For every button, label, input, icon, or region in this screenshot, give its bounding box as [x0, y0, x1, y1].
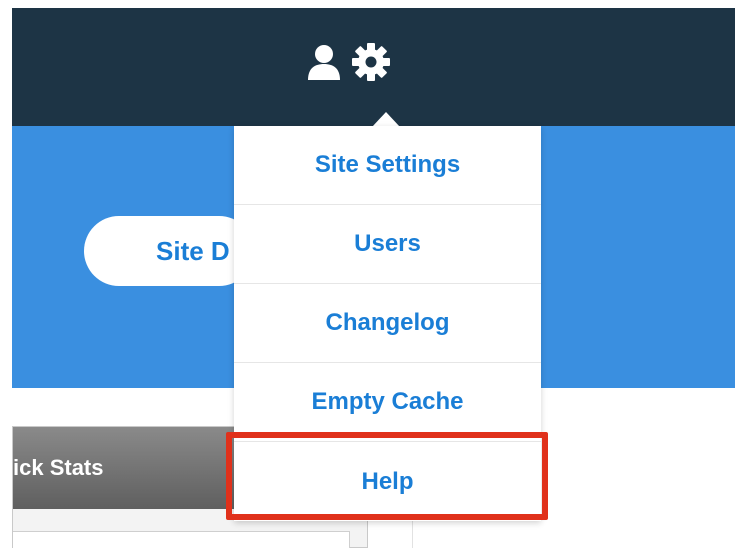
user-icon[interactable]: [307, 44, 341, 85]
menu-caret: [372, 112, 400, 127]
quick-stats-body: [13, 531, 350, 548]
menu-item-changelog[interactable]: Changelog: [234, 284, 541, 363]
gear-icon[interactable]: [351, 42, 391, 87]
menu-item-help[interactable]: Help: [234, 442, 541, 521]
menu-item-site-settings[interactable]: Site Settings: [234, 126, 541, 205]
menu-item-empty-cache[interactable]: Empty Cache: [234, 363, 541, 442]
site-dashboard-button[interactable]: Site D: [84, 216, 254, 286]
settings-dropdown-menu: Site Settings Users Changelog Empty Cach…: [234, 126, 541, 521]
header-icons: [307, 42, 391, 87]
menu-item-users[interactable]: Users: [234, 205, 541, 284]
